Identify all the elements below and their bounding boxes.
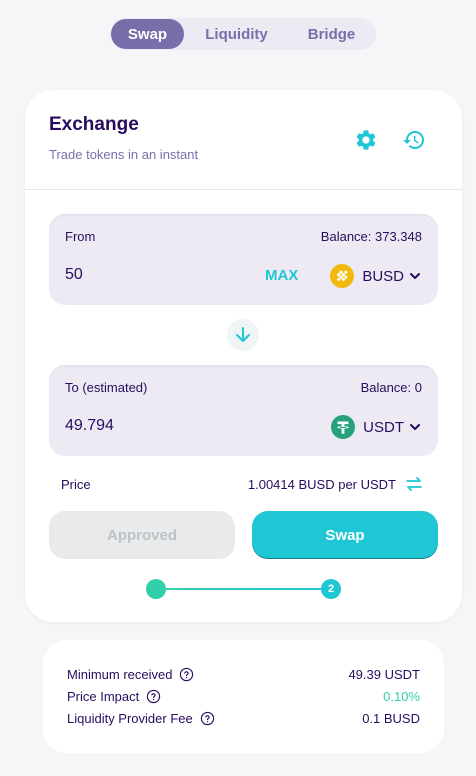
card-header: Exchange Trade tokens in an instant — [25, 90, 462, 190]
approved-button[interactable]: Approved — [49, 511, 235, 559]
detail-row-minimum-received: Minimum received 49.39 USDT — [67, 665, 420, 683]
history-button[interactable] — [401, 127, 427, 153]
price-label: Price — [61, 477, 91, 492]
chevron-down-icon — [410, 424, 420, 430]
switch-direction-button[interactable] — [227, 319, 259, 351]
busd-logo-icon — [330, 264, 355, 288]
detail-label: Liquidity Provider Fee — [67, 710, 193, 726]
to-balance: Balance: 0 — [360, 380, 422, 395]
from-label: From — [65, 229, 96, 244]
to-label: To (estimated) — [65, 380, 148, 395]
from-amount-input[interactable]: 50 — [65, 266, 83, 284]
swap-mode-tabs: Swap Liquidity Bridge — [110, 18, 376, 50]
to-panel: To (estimated) Balance: 0 49.794 USDT — [49, 365, 438, 456]
arrow-down-icon — [236, 327, 250, 342]
tab-liquidity[interactable]: Liquidity — [184, 19, 289, 49]
from-token-select[interactable]: BUSD — [330, 263, 422, 289]
price-value: 1.00414 BUSD per USDT — [247, 477, 396, 492]
exchange-card: Exchange Trade tokens in an instant From… — [25, 90, 462, 622]
from-balance: Balance: 373.348 — [320, 229, 422, 244]
tab-bridge[interactable]: Bridge — [289, 19, 374, 49]
swap-button[interactable]: Swap — [252, 511, 438, 559]
stepper-line — [165, 588, 321, 590]
detail-value: 0.1 BUSD — [362, 710, 420, 726]
page-subtitle: Trade tokens in an instant — [49, 147, 199, 162]
detail-row-price-impact: Price Impact 0.10% — [67, 687, 420, 705]
swap-horizontal-icon[interactable] — [404, 474, 424, 494]
chevron-down-icon — [410, 273, 420, 279]
trade-details-card: Minimum received 49.39 USDT Price Impact… — [43, 640, 444, 753]
usdt-logo-icon — [331, 415, 356, 439]
stepper-step-2: 2 — [321, 579, 341, 599]
page-title: Exchange — [49, 114, 139, 135]
tab-swap[interactable]: Swap — [111, 19, 184, 49]
gear-icon — [356, 130, 376, 150]
detail-value: 49.39 USDT — [348, 666, 420, 682]
from-token-name: BUSD — [362, 267, 404, 285]
to-token-name: USDT — [363, 418, 404, 436]
help-icon[interactable] — [179, 667, 194, 682]
to-token-select[interactable]: USDT — [331, 414, 422, 440]
detail-row-liquidity-provider-fee: Liquidity Provider Fee 0.1 BUSD — [67, 709, 420, 727]
help-icon[interactable] — [200, 711, 215, 726]
max-button[interactable]: MAX — [265, 267, 298, 284]
stepper-step-1 — [146, 579, 166, 599]
from-panel: From Balance: 373.348 50 MAX BUSD — [49, 214, 438, 305]
detail-label: Minimum received — [67, 666, 173, 682]
help-icon[interactable] — [146, 689, 161, 704]
settings-button[interactable] — [353, 127, 379, 153]
detail-value: 0.10% — [383, 688, 420, 704]
to-amount-input[interactable]: 49.794 — [65, 417, 114, 435]
detail-label: Price Impact — [67, 688, 140, 704]
history-icon — [403, 131, 424, 149]
